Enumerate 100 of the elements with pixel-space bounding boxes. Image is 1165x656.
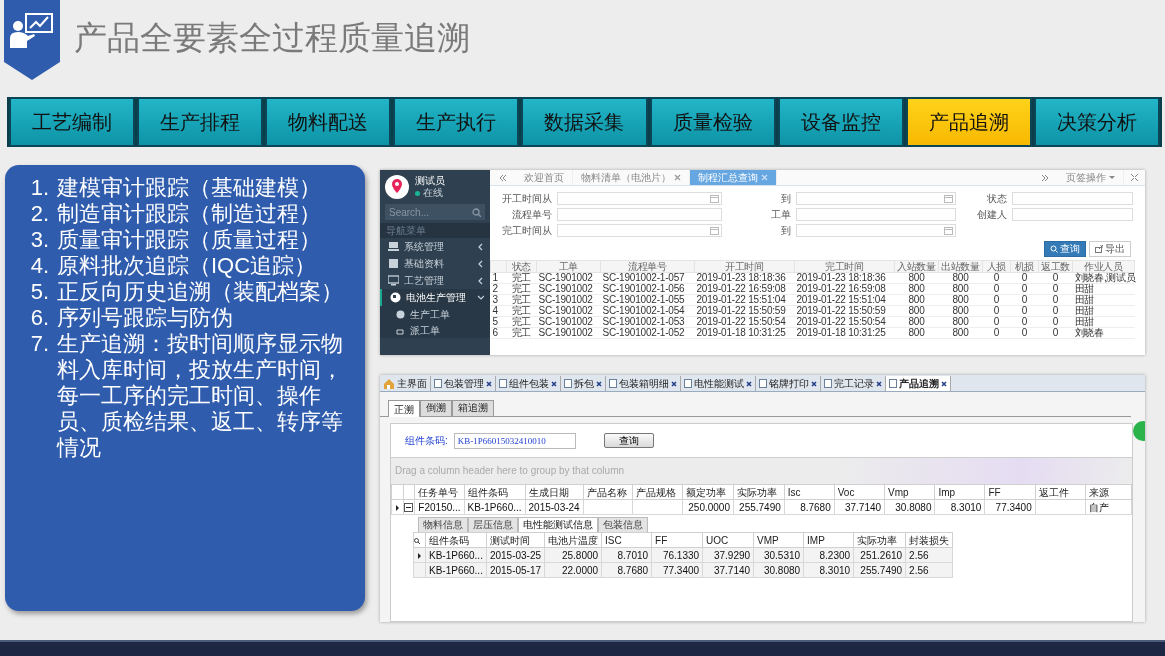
table-cell: 800	[894, 305, 939, 317]
barcode-field[interactable]: KB-1P66015032410010	[453, 432, 576, 449]
menu-item[interactable]: 基础资料	[380, 255, 490, 272]
document-icon	[889, 379, 897, 388]
detail-tab[interactable]: 电性能测试信息	[518, 517, 598, 532]
column-header: 测试时间	[486, 532, 545, 548]
table-cell: 250.0000	[682, 499, 734, 515]
column-header: ISC	[601, 532, 652, 548]
menu-item[interactable]: 系统管理	[380, 238, 490, 255]
trace-tab[interactable]: 正溯	[388, 400, 420, 417]
input-field[interactable]	[1012, 192, 1133, 205]
table-cell: 8.7680	[784, 499, 835, 515]
menu-item[interactable]: 工艺管理	[380, 272, 490, 289]
module-tab[interactable]: 生产执行	[393, 97, 520, 147]
table-cell: SC-1901002-1-056	[600, 283, 695, 295]
document-tab[interactable]: 铭牌打印	[756, 376, 821, 391]
document-tab[interactable]: 电性能测试	[681, 376, 756, 391]
list-number: 5.	[29, 279, 49, 305]
list-number: 4.	[29, 253, 49, 279]
document-icon	[564, 379, 572, 388]
table-cell: 0	[1010, 272, 1039, 284]
trace-tab[interactable]: 箱追溯	[452, 400, 494, 416]
collapse-icon[interactable]	[404, 503, 414, 513]
table-cell: SC-1901002-1-052	[600, 327, 695, 339]
page-tab[interactable]: 欢迎首页	[516, 170, 573, 185]
double-arrow-right-icon[interactable]	[1040, 174, 1050, 182]
module-tab[interactable]: 物料配送	[265, 97, 392, 147]
close-icon[interactable]	[876, 380, 882, 387]
module-tab[interactable]: 质量检验	[649, 97, 776, 147]
column-header: IMP	[803, 532, 854, 548]
close-icon[interactable]	[811, 380, 817, 387]
module-tab[interactable]: 生产排程	[137, 97, 264, 147]
field-label: 组件条码:	[405, 434, 448, 448]
input-field[interactable]	[796, 208, 956, 221]
module-tab[interactable]: 设备监控	[777, 97, 904, 147]
submenu-item[interactable]: 生产工单	[380, 306, 490, 322]
input-field[interactable]	[557, 224, 722, 237]
module-tab[interactable]: 数据采集	[521, 97, 648, 147]
table-cell: 30.8080	[884, 499, 935, 515]
close-icon[interactable]	[486, 380, 492, 387]
chevron-down-icon	[477, 293, 484, 302]
document-tab[interactable]: 包装管理	[431, 376, 496, 391]
fullscreen-icon[interactable]	[1130, 173, 1139, 182]
detail-tab[interactable]: 包装信息	[598, 517, 648, 532]
table-cell: 刘晓春	[1072, 327, 1135, 339]
query-button[interactable]: 查询	[603, 433, 654, 448]
document-tab[interactable]: 产品追溯	[886, 376, 951, 391]
list-number: 6.	[29, 305, 49, 331]
input-field[interactable]	[1012, 208, 1133, 221]
search-icon	[472, 207, 481, 217]
menu-item[interactable]: 电池生产管理	[380, 289, 490, 306]
table-cell: 田甜	[1072, 283, 1135, 295]
input-field[interactable]	[557, 192, 722, 205]
tab-menu-dropdown[interactable]: 页签操作	[1058, 170, 1124, 185]
column-header: 实际功率	[733, 484, 785, 500]
table-cell: 2019-01-23 18:18:36	[794, 272, 895, 284]
close-icon[interactable]	[746, 380, 752, 387]
document-tab[interactable]: 组件包装	[496, 376, 561, 391]
column-header: 人损	[982, 260, 1011, 273]
column-header: Vmp	[884, 484, 935, 500]
monitor-icon	[388, 275, 399, 286]
column-header: 组件条码	[464, 484, 526, 500]
row-pointer-icon	[394, 503, 400, 512]
feature-text: 原料批次追踪（IQC追踪）	[57, 253, 317, 279]
export-button[interactable]: 导出	[1089, 241, 1131, 257]
slide-title: 产品全要素全过程质量追溯	[74, 18, 470, 58]
close-icon[interactable]	[596, 380, 602, 387]
row-number: 5	[490, 316, 507, 328]
table-cell: 2015-03-24	[525, 499, 584, 515]
table-cell: 完工	[506, 305, 537, 317]
row-number: 2	[490, 283, 507, 295]
module-tab[interactable]: 工艺编制	[9, 97, 136, 147]
detail-tab[interactable]: 层压信息	[468, 517, 518, 532]
column-header: 机损	[1010, 260, 1039, 273]
table-cell: 800	[894, 327, 939, 339]
query-button[interactable]: 查询	[1044, 241, 1086, 257]
table-cell: 2019-01-22 16:59:08	[794, 283, 895, 295]
column-header: 出站数量	[938, 260, 983, 273]
close-icon[interactable]	[941, 380, 947, 387]
close-icon[interactable]	[551, 380, 557, 387]
module-tab[interactable]: 产品追溯	[905, 97, 1032, 147]
input-field[interactable]	[796, 224, 956, 237]
submenu-item[interactable]: 派工单	[380, 322, 490, 338]
close-icon[interactable]	[671, 380, 677, 387]
document-tab[interactable]: 主界面	[380, 376, 431, 391]
document-tab[interactable]: 拆包	[561, 376, 606, 391]
table-cell: SC-1901002	[536, 294, 601, 306]
table-cell: 800	[894, 272, 939, 284]
double-arrow-left-icon[interactable]	[498, 174, 508, 182]
field-label: 流程单号	[511, 208, 552, 221]
table-cell: 0	[1010, 316, 1039, 328]
trace-tab[interactable]: 倒溯	[420, 400, 452, 416]
document-tab[interactable]: 包装箱明细	[606, 376, 681, 391]
module-tab[interactable]: 决策分析	[1033, 97, 1160, 147]
table-cell: 0	[982, 327, 1011, 339]
detail-tab[interactable]: 物料信息	[418, 517, 468, 532]
column-header: FF	[651, 532, 703, 548]
input-field[interactable]	[796, 192, 956, 205]
input-field[interactable]	[557, 208, 722, 221]
column-header: Imp	[934, 484, 985, 500]
